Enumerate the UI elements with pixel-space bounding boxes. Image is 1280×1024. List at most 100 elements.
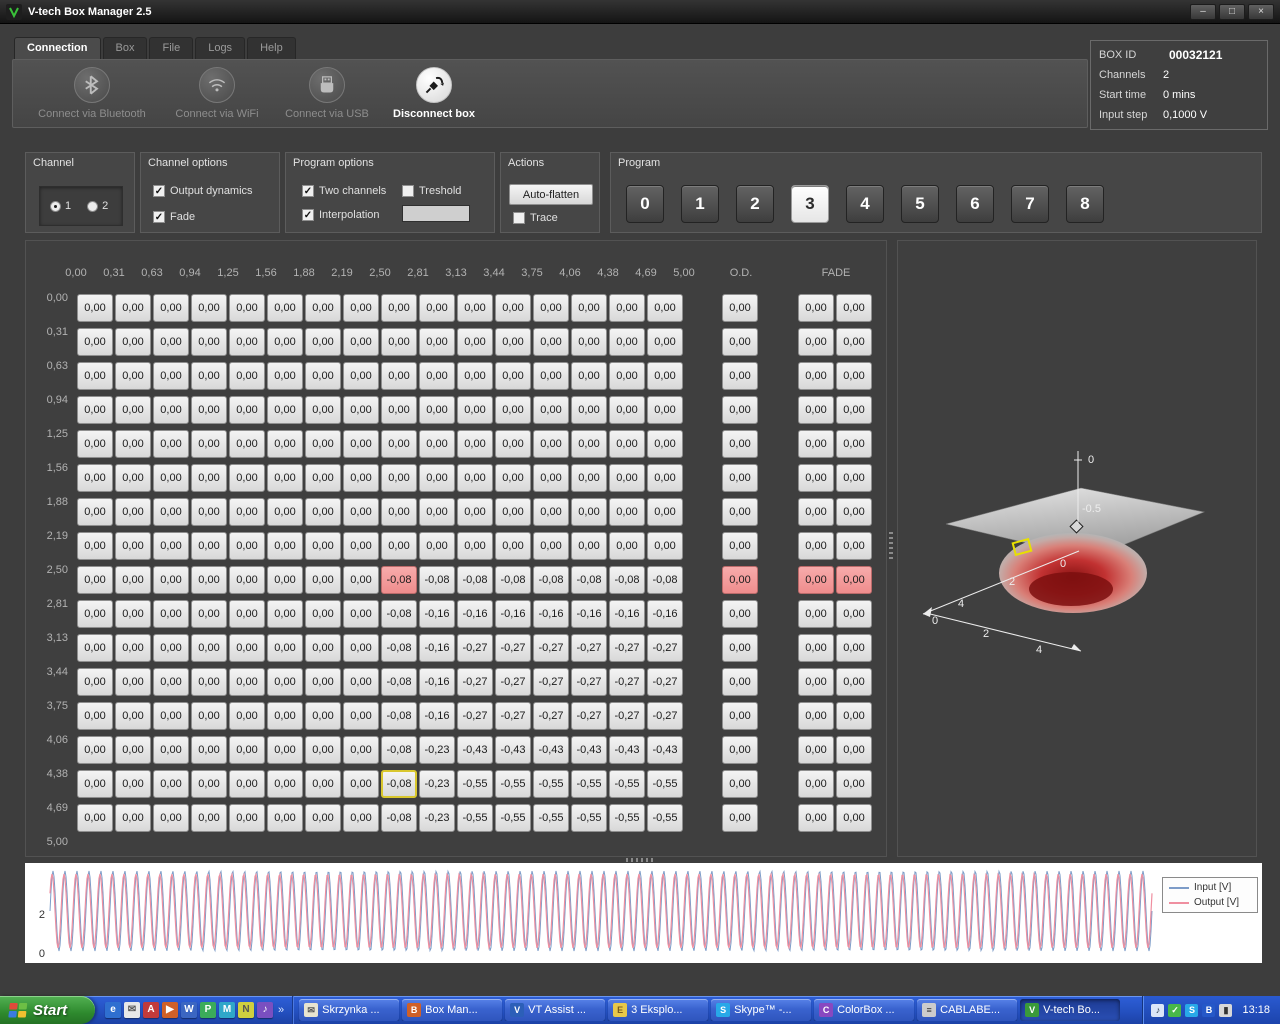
grid-cell[interactable]: 0,00 (191, 532, 227, 560)
grid-cell[interactable]: -0,16 (495, 600, 531, 628)
grid-cell[interactable]: -0,16 (419, 702, 455, 730)
grid-cell[interactable]: 0,00 (457, 294, 493, 322)
grid-cell[interactable]: 0,00 (533, 362, 569, 390)
bluetooth-connect-button[interactable]: Connect via Bluetooth (27, 67, 157, 120)
grid-cell[interactable]: -0,08 (381, 566, 417, 594)
grid-cell[interactable]: 0,00 (571, 362, 607, 390)
grid-cell[interactable]: -0,16 (571, 600, 607, 628)
program-button-6[interactable]: 6 (956, 185, 994, 223)
grid-cell[interactable]: 0,00 (305, 668, 341, 696)
grid-cell[interactable]: 0,00 (343, 362, 379, 390)
fade-cell[interactable]: 0,00 (836, 464, 872, 492)
grid-cell[interactable]: 0,00 (305, 498, 341, 526)
grid-cell[interactable]: -0,16 (533, 600, 569, 628)
grid-cell[interactable]: 0,00 (115, 532, 151, 560)
fade-cell[interactable]: 0,00 (798, 498, 834, 526)
grid-cell[interactable]: -0,55 (457, 804, 493, 832)
fade-cell[interactable]: 0,00 (798, 362, 834, 390)
od-cell[interactable]: 0,00 (722, 600, 758, 628)
grid-cell[interactable]: 0,00 (115, 770, 151, 798)
grid-cell[interactable]: 0,00 (609, 430, 645, 458)
grid-cell[interactable]: 0,00 (153, 464, 189, 492)
grid-cell[interactable]: -0,08 (381, 702, 417, 730)
grid-cell[interactable]: 0,00 (533, 498, 569, 526)
quick-launch-overflow-chevron[interactable]: » (276, 1004, 286, 1016)
grid-cell[interactable]: 0,00 (305, 362, 341, 390)
media-player-icon[interactable]: ▶ (162, 1002, 178, 1018)
grid-cell[interactable]: 0,00 (381, 328, 417, 356)
grid-cell[interactable]: 0,00 (343, 396, 379, 424)
grid-cell[interactable]: 0,00 (267, 532, 303, 560)
program-button-4[interactable]: 4 (846, 185, 884, 223)
grid-cell[interactable]: 0,00 (77, 770, 113, 798)
grid-cell[interactable]: 0,00 (305, 600, 341, 628)
grid-cell[interactable]: -0,27 (457, 702, 493, 730)
grid-cell[interactable]: 0,00 (229, 498, 265, 526)
grid-cell[interactable]: -0,27 (571, 702, 607, 730)
grid-cell[interactable]: 0,00 (191, 702, 227, 730)
grid-cell[interactable]: 0,00 (115, 464, 151, 492)
grid-cell[interactable]: 0,00 (305, 430, 341, 458)
grid-cell[interactable]: 0,00 (191, 396, 227, 424)
grid-cell[interactable]: 0,00 (191, 600, 227, 628)
tab-logs[interactable]: Logs (195, 37, 245, 59)
grid-cell[interactable]: 0,00 (419, 498, 455, 526)
grid-cell[interactable]: 0,00 (305, 804, 341, 832)
grid-cell[interactable]: -0,08 (381, 600, 417, 628)
grid-cell[interactable]: 0,00 (609, 328, 645, 356)
grid-cell[interactable]: 0,00 (305, 464, 341, 492)
program-button-0[interactable]: 0 (626, 185, 664, 223)
grid-cell[interactable]: 0,00 (191, 566, 227, 594)
fade-cell[interactable]: 0,00 (836, 668, 872, 696)
checkbox-output-dynamics[interactable]: Output dynamics (153, 185, 253, 197)
fade-cell[interactable]: 0,00 (798, 668, 834, 696)
grid-cell[interactable]: 0,00 (191, 736, 227, 764)
channel-radio-1[interactable]: 1 (50, 200, 71, 212)
grid-cell[interactable]: 0,00 (77, 464, 113, 492)
grid-cell[interactable]: 0,00 (343, 328, 379, 356)
surface-plot[interactable]: 0 -0.5 0 2 4 0 2 4 (898, 241, 1256, 856)
task-button-6[interactable]: CColorBox ... (814, 999, 914, 1021)
grid-cell[interactable]: 0,00 (77, 736, 113, 764)
grid-cell[interactable]: -0,43 (571, 736, 607, 764)
grid-cell[interactable]: -0,55 (647, 804, 683, 832)
start-button[interactable]: Start (0, 996, 95, 1024)
grid-cell[interactable]: -0,08 (609, 566, 645, 594)
fade-cell[interactable]: 0,00 (836, 702, 872, 730)
grid-cell[interactable]: 0,00 (343, 600, 379, 628)
grid-cell[interactable]: -0,27 (609, 702, 645, 730)
grid-cell[interactable]: -0,27 (609, 668, 645, 696)
grid-cell[interactable]: 0,00 (229, 702, 265, 730)
grid-cell[interactable]: 0,00 (457, 396, 493, 424)
grid-cell[interactable]: 0,00 (419, 294, 455, 322)
task-button-4[interactable]: E3 Eksplo... (608, 999, 708, 1021)
grid-cell[interactable]: 0,00 (77, 328, 113, 356)
grid-cell[interactable]: -0,23 (419, 770, 455, 798)
grid-cell[interactable]: 0,00 (229, 430, 265, 458)
grid-cell[interactable]: -0,43 (533, 736, 569, 764)
grid-cell[interactable]: 0,00 (267, 600, 303, 628)
grid-cell[interactable]: 0,00 (153, 498, 189, 526)
grid-cell[interactable]: 0,00 (305, 634, 341, 662)
grid-cell[interactable]: 0,00 (305, 770, 341, 798)
grid-cell[interactable]: 0,00 (343, 668, 379, 696)
grid-cell[interactable]: 0,00 (153, 396, 189, 424)
grid-cell[interactable]: -0,08 (381, 736, 417, 764)
word-icon[interactable]: W (181, 1002, 197, 1018)
volume-icon[interactable]: ♪ (1151, 1004, 1164, 1017)
grid-cell[interactable]: 0,00 (153, 362, 189, 390)
program-button-1[interactable]: 1 (681, 185, 719, 223)
grid-cell[interactable]: 0,00 (77, 668, 113, 696)
disconnect-connect-button[interactable]: Disconnect box (374, 67, 494, 120)
grid-cell[interactable]: 0,00 (191, 362, 227, 390)
grid-cell[interactable]: -0,43 (609, 736, 645, 764)
grid-cell[interactable]: -0,55 (495, 770, 531, 798)
od-cell[interactable]: 0,00 (722, 702, 758, 730)
od-cell[interactable]: 0,00 (722, 328, 758, 356)
grid-cell[interactable]: 0,00 (495, 362, 531, 390)
grid-cell[interactable]: 0,00 (153, 328, 189, 356)
grid-cell[interactable]: 0,00 (77, 634, 113, 662)
grid-cell[interactable]: 0,00 (571, 328, 607, 356)
grid-cell[interactable]: 0,00 (77, 804, 113, 832)
grid-cell[interactable]: 0,00 (115, 736, 151, 764)
